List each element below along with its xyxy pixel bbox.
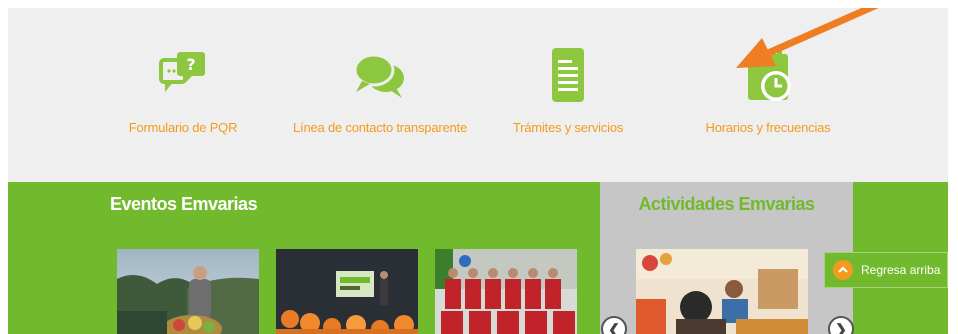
back-to-top-label: Regresa arriba [861, 263, 941, 277]
auditorium-presentation-photo [276, 249, 418, 334]
activities-title: Actividades Emvarias [638, 194, 815, 214]
person-with-produce-photo [117, 249, 259, 334]
chat-bubbles-icon [280, 44, 480, 104]
chevron-up-icon [833, 260, 853, 280]
question-chat-icon: ? [118, 44, 248, 104]
children-activity-photo [636, 249, 808, 334]
chevron-left-icon: ❮ [608, 320, 620, 334]
quick-link-transparent-contact[interactable]: Línea de contacto transparente [280, 44, 480, 135]
document-icon [498, 44, 638, 104]
quick-link-label: Línea de contacto transparente [293, 120, 467, 135]
quick-link-label: Horarios y frecuencias [705, 120, 831, 135]
quick-link-pqr-form[interactable]: ? Formulario de PQR [118, 44, 248, 135]
event-photo-1[interactable] [117, 249, 259, 334]
activities-panel: Actividades Emvarias [600, 182, 853, 334]
quick-link-label: Trámites y servicios [512, 120, 624, 135]
page-frame: ? Formulario de PQR Línea de contacto tr… [8, 8, 948, 334]
quick-links-section: ? Formulario de PQR Línea de contacto tr… [8, 8, 948, 182]
quick-link-procedures[interactable]: Trámites y servicios [498, 44, 638, 135]
events-section: Eventos Emvarias Actividades Emvarias ❮ … [8, 182, 948, 334]
activity-photo-1[interactable] [636, 249, 808, 334]
soccer-team-photo [435, 249, 577, 334]
chevron-right-icon: ❯ [835, 320, 847, 334]
quick-link-label: Formulario de PQR [128, 120, 238, 135]
back-to-top-button[interactable]: Regresa arriba [824, 252, 948, 288]
events-title: Eventos Emvarias [110, 194, 258, 214]
annotation-arrow-icon [736, 8, 879, 68]
event-photo-2[interactable] [276, 249, 418, 334]
svg-text:?: ? [186, 55, 195, 74]
event-photo-3[interactable] [435, 249, 577, 334]
